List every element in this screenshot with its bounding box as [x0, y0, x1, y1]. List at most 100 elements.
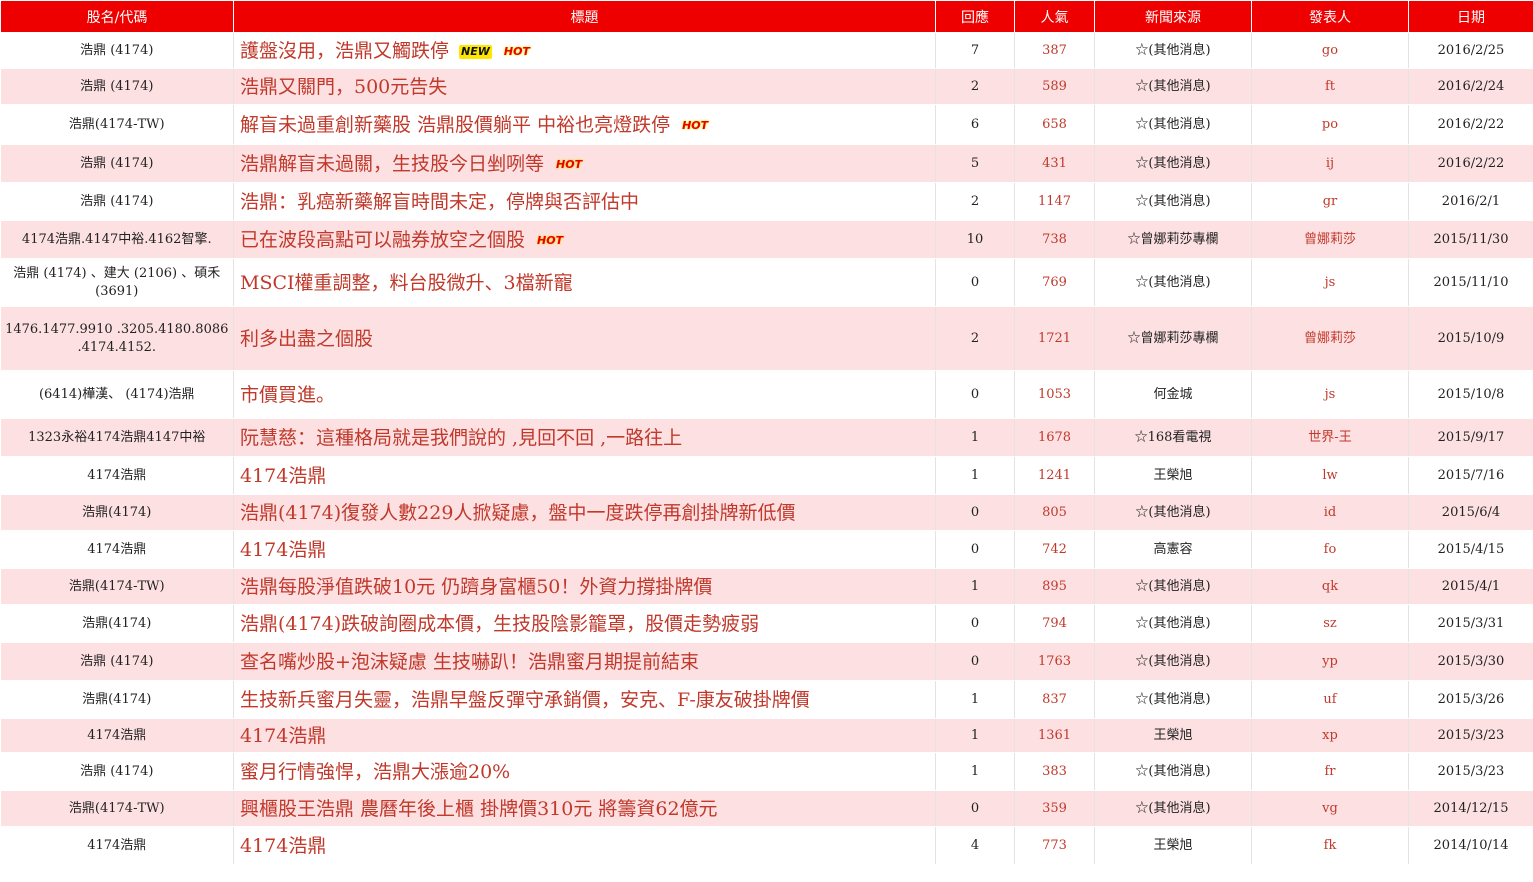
- title-link[interactable]: 生技新兵蜜月失靈，浩鼎早盤反彈守承銷價，安克、F-康友破掛牌價: [240, 689, 810, 711]
- title-link[interactable]: 浩鼎(4174)跌破詢圈成本價，生技股陰影籠罩，股價走勢疲弱: [240, 613, 759, 635]
- title-cell[interactable]: 解盲未過重創新藥股 浩鼎股價躺平 中裕也亮燈跌停 HOT: [233, 104, 936, 145]
- table-row: 4174浩鼎 4174浩鼎 4 773 王榮旭 fk 2014/10/14: [0, 826, 1533, 865]
- author-cell[interactable]: lw: [1251, 456, 1409, 495]
- date-cell: 2015/3/23: [1408, 752, 1533, 791]
- title-cell[interactable]: 浩鼎(4174)復發人數229人掀疑慮，盤中一度跌停再創掛牌新低價: [233, 494, 936, 531]
- title-link[interactable]: 蜜月行情強悍，浩鼎大漲逾20%: [240, 761, 510, 783]
- title-link[interactable]: 浩鼎又關門，500元告失: [240, 76, 447, 98]
- views-cell: 658: [1014, 104, 1095, 145]
- title-cell[interactable]: 浩鼎每股淨值跌破10元 仍躋身富櫃50！外資力撐掛牌價: [233, 568, 936, 605]
- title-cell[interactable]: 4174浩鼎: [233, 456, 936, 495]
- title-link[interactable]: 查名嘴炒股+泡沫疑慮 生技嚇趴！浩鼎蜜月期提前結束: [240, 651, 699, 673]
- replies-cell: 1: [935, 456, 1015, 495]
- views-cell: 1361: [1014, 718, 1095, 753]
- title-cell[interactable]: 浩鼎解盲未過關，生技股今日剉咧等 HOT: [233, 144, 936, 183]
- source-cell: ☆(其他消息): [1094, 32, 1252, 69]
- source-cell: 王榮旭: [1094, 456, 1252, 495]
- title-link[interactable]: 市價買進。: [240, 384, 335, 406]
- author-cell[interactable]: xp: [1251, 718, 1409, 753]
- title-cell[interactable]: 已在波段高點可以融券放空之個股 HOT: [233, 220, 936, 259]
- author-cell[interactable]: 曾娜莉莎: [1251, 220, 1409, 259]
- title-link[interactable]: MSCI權重調整，料台股微升、3檔新寵: [240, 272, 573, 294]
- views-cell: 794: [1014, 604, 1095, 643]
- title-link[interactable]: 4174浩鼎: [240, 539, 326, 561]
- author-cell[interactable]: js: [1251, 258, 1409, 307]
- title-cell[interactable]: 護盤沒用，浩鼎又觸跌停 NEW HOT: [233, 32, 936, 69]
- title-cell[interactable]: 查名嘴炒股+泡沫疑慮 生技嚇趴！浩鼎蜜月期提前結束: [233, 642, 936, 681]
- source-cell: ☆(其他消息): [1094, 790, 1252, 827]
- source-cell: ☆曾娜莉莎專欄: [1094, 220, 1252, 259]
- title-cell[interactable]: 蜜月行情強悍，浩鼎大漲逾20%: [233, 752, 936, 791]
- table-row: 浩鼎 (4174) 浩鼎解盲未過關，生技股今日剉咧等 HOT 5 431 ☆(其他消息) i…: [0, 144, 1533, 183]
- date-cell: 2015/4/1: [1408, 568, 1533, 605]
- title-cell[interactable]: 浩鼎又關門，500元告失: [233, 68, 936, 105]
- table-row: 浩鼎 (4174) 護盤沒用，浩鼎又觸跌停 NEW HOT 7 387 ☆(其他消息) go 2…: [0, 32, 1533, 69]
- author-cell[interactable]: ij: [1251, 144, 1409, 183]
- title-link[interactable]: 4174浩鼎: [240, 465, 326, 487]
- views-cell: 589: [1014, 68, 1095, 105]
- title-link[interactable]: 利多出盡之個股: [240, 328, 373, 350]
- title-cell[interactable]: 利多出盡之個股: [233, 306, 936, 371]
- author-cell[interactable]: gr: [1251, 182, 1409, 221]
- title-link[interactable]: 浩鼎(4174)復發人數229人掀疑慮，盤中一度跌停再創掛牌新低價: [240, 502, 795, 524]
- author-cell[interactable]: vg: [1251, 790, 1409, 827]
- title-link[interactable]: 興櫃股王浩鼎 農曆年後上櫃 掛牌價310元 將籌資62億元: [240, 798, 718, 820]
- date-cell: 2015/6/4: [1408, 494, 1533, 531]
- author-cell[interactable]: 世界-王: [1251, 418, 1409, 457]
- author-cell[interactable]: js: [1251, 370, 1409, 419]
- title-cell[interactable]: 阮慧慈：這種格局就是我們說的 ,見回不回 ,一路往上: [233, 418, 936, 457]
- source-cell: ☆(其他消息): [1094, 680, 1252, 719]
- title-cell[interactable]: 市價買進。: [233, 370, 936, 419]
- author-cell[interactable]: po: [1251, 104, 1409, 145]
- source-cell: ☆(其他消息): [1094, 258, 1252, 307]
- author-cell[interactable]: fo: [1251, 530, 1409, 569]
- title-cell[interactable]: 浩鼎(4174)跌破詢圈成本價，生技股陰影籠罩，股價走勢疲弱: [233, 604, 936, 643]
- title-link[interactable]: 4174浩鼎: [240, 725, 326, 747]
- source-cell: 王榮旭: [1094, 826, 1252, 865]
- author-cell[interactable]: yp: [1251, 642, 1409, 681]
- title-link[interactable]: 浩鼎解盲未過關，生技股今日剉咧等: [240, 153, 544, 175]
- author-cell[interactable]: uf: [1251, 680, 1409, 719]
- author-cell[interactable]: ft: [1251, 68, 1409, 105]
- title-link[interactable]: 浩鼎：乳癌新藥解盲時間未定，停牌與否評估中: [240, 191, 639, 213]
- author-cell[interactable]: fk: [1251, 826, 1409, 865]
- title-link[interactable]: 護盤沒用，浩鼎又觸跌停: [240, 40, 449, 62]
- title-cell[interactable]: 4174浩鼎: [233, 718, 936, 753]
- new-badge: NEW: [459, 44, 492, 59]
- source-cell: 王榮旭: [1094, 718, 1252, 753]
- author-cell[interactable]: qk: [1251, 568, 1409, 605]
- source-cell: ☆(其他消息): [1094, 144, 1252, 183]
- author-cell[interactable]: 曾娜莉莎: [1251, 306, 1409, 371]
- title-cell[interactable]: 4174浩鼎: [233, 826, 936, 865]
- title-link[interactable]: 浩鼎每股淨值跌破10元 仍躋身富櫃50！外資力撐掛牌價: [240, 576, 712, 598]
- views-cell: 805: [1014, 494, 1095, 531]
- replies-cell: 2: [935, 306, 1015, 371]
- author-cell[interactable]: id: [1251, 494, 1409, 531]
- title-link[interactable]: 解盲未過重創新藥股 浩鼎股價躺平 中裕也亮燈跌停: [240, 114, 670, 136]
- title-link[interactable]: 阮慧慈：這種格局就是我們說的 ,見回不回 ,一路往上: [240, 427, 682, 449]
- stock-cell: (6414)樺漢、 (4174)浩鼎: [0, 370, 234, 419]
- stock-cell: 浩鼎(4174): [0, 494, 234, 531]
- table-row: 1476.1477.9910 .3205.4180.8086 .4174.415…: [0, 306, 1533, 371]
- stock-cell: 4174浩鼎: [0, 530, 234, 569]
- title-cell[interactable]: 生技新兵蜜月失靈，浩鼎早盤反彈守承銷價，安克、F-康友破掛牌價: [233, 680, 936, 719]
- stock-cell: 浩鼎(4174): [0, 680, 234, 719]
- title-cell[interactable]: 4174浩鼎: [233, 530, 936, 569]
- title-cell[interactable]: 興櫃股王浩鼎 農曆年後上櫃 掛牌價310元 將籌資62億元: [233, 790, 936, 827]
- date-cell: 2014/12/15: [1408, 790, 1533, 827]
- author-cell[interactable]: sz: [1251, 604, 1409, 643]
- date-cell: 2015/4/15: [1408, 530, 1533, 569]
- stock-cell: 浩鼎(4174-TW): [0, 790, 234, 827]
- col-views-header: 人氣: [1014, 0, 1095, 33]
- title-cell[interactable]: MSCI權重調整，料台股微升、3檔新寵: [233, 258, 936, 307]
- stock-cell: 1323永裕4174浩鼎4147中裕: [0, 418, 234, 457]
- table-row: 4174浩鼎 4174浩鼎 0 742 高憲容 fo 2015/4/15: [0, 530, 1533, 569]
- title-cell[interactable]: 浩鼎：乳癌新藥解盲時間未定，停牌與否評估中: [233, 182, 936, 221]
- title-link[interactable]: 已在波段高點可以融券放空之個股: [240, 229, 525, 251]
- replies-cell: 1: [935, 718, 1015, 753]
- table-row: 1323永裕4174浩鼎4147中裕 阮慧慈：這種格局就是我們說的 ,見回不回 ,…: [0, 418, 1533, 457]
- author-cell[interactable]: go: [1251, 32, 1409, 69]
- author-cell[interactable]: fr: [1251, 752, 1409, 791]
- stock-cell: 浩鼎 (4174): [0, 144, 234, 183]
- title-link[interactable]: 4174浩鼎: [240, 835, 326, 857]
